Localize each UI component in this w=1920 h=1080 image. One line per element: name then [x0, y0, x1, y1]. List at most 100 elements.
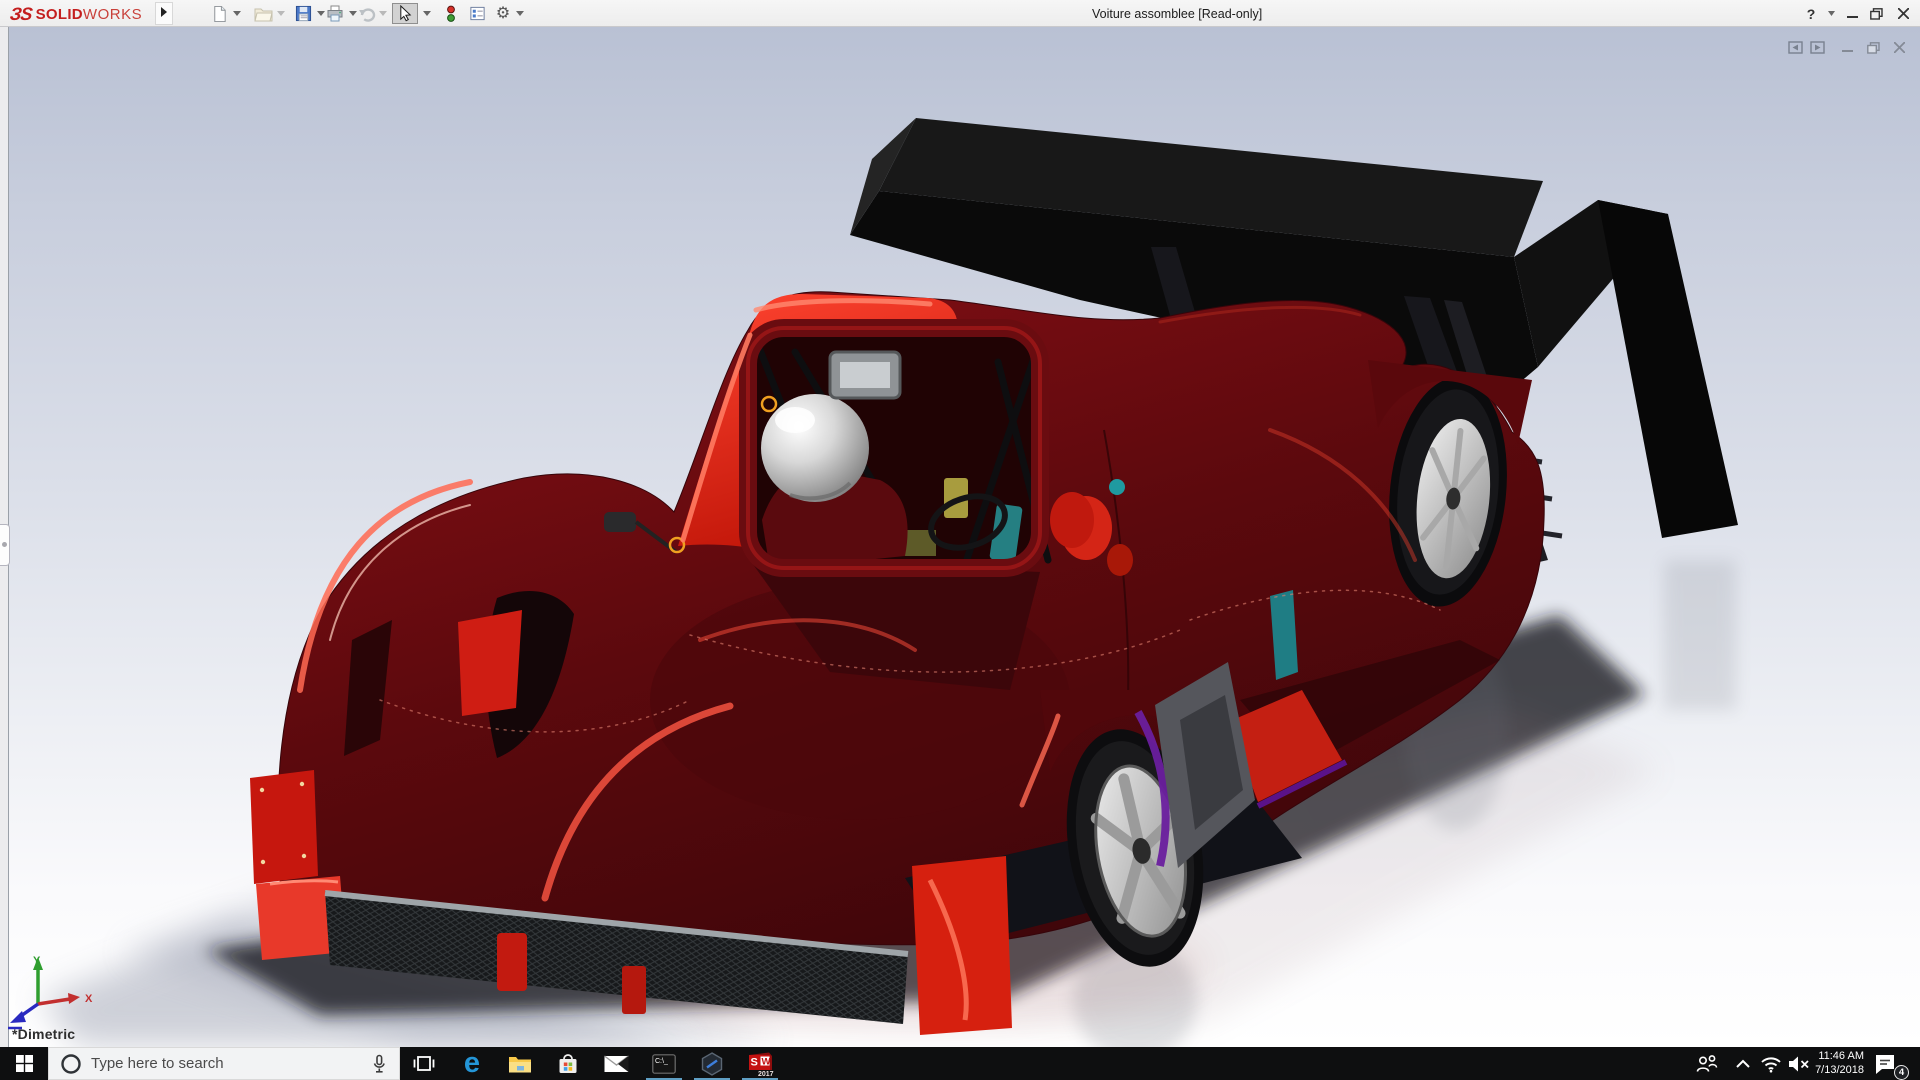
open-button[interactable]	[252, 3, 274, 24]
solidworks-2017-icon: SW 2017	[747, 1051, 774, 1077]
file-properties-button[interactable]	[466, 3, 488, 24]
undo-icon	[358, 6, 376, 22]
rebuild-traffic-light-icon	[445, 5, 457, 23]
search-input[interactable]	[89, 1048, 359, 1079]
tray-date: 7/13/2018	[1800, 1064, 1864, 1078]
sw-year: 2017	[758, 1071, 774, 1077]
edge-icon: e	[464, 1049, 480, 1078]
dropdown-caret-icon	[1828, 11, 1835, 16]
document-restore-button[interactable]	[1864, 39, 1882, 56]
select-tool-button[interactable]	[392, 3, 418, 24]
model-canvas[interactable]	[0, 27, 1920, 1047]
minimize-button[interactable]	[1840, 0, 1864, 27]
wifi-icon	[1759, 1054, 1783, 1074]
svg-text:W: W	[761, 1056, 770, 1067]
side-mirror	[604, 512, 636, 532]
store-button[interactable]	[544, 1047, 592, 1080]
dock-right-button[interactable]	[1808, 39, 1826, 56]
document-minimize-button[interactable]	[1838, 39, 1856, 56]
select-tool-dropdown[interactable]	[420, 3, 434, 24]
feature-panel-collapse-tab[interactable]	[0, 524, 10, 566]
wifi-button[interactable]	[1756, 1047, 1786, 1080]
dock-left-button[interactable]	[1786, 39, 1804, 56]
save-button[interactable]	[292, 3, 314, 24]
front-brake-plate	[912, 856, 1012, 1035]
minimize-icon	[1842, 42, 1853, 53]
x-axis-arrow	[68, 993, 80, 1004]
help-dropdown[interactable]	[1824, 0, 1838, 27]
undo-button[interactable]	[356, 3, 378, 24]
rebuild-button[interactable]	[440, 3, 462, 24]
dropdown-caret-icon	[233, 11, 241, 16]
restore-icon	[1870, 8, 1883, 20]
print-icon	[326, 5, 344, 22]
close-icon	[1898, 8, 1909, 19]
edge-button[interactable]: e	[448, 1047, 496, 1080]
store-icon	[556, 1052, 580, 1075]
file-properties-icon	[469, 5, 486, 22]
tray-time: 11:46 AM	[1800, 1050, 1864, 1064]
view-orientation-label: *Dimetric	[12, 1026, 75, 1042]
options-dropdown[interactable]	[513, 3, 527, 24]
gear-icon: ⚙	[496, 6, 510, 22]
teal-knob	[1109, 479, 1125, 495]
microphone-icon[interactable]	[367, 1052, 391, 1080]
cortana-icon[interactable]	[59, 1052, 83, 1080]
task-view-button[interactable]	[400, 1047, 448, 1080]
window-title: Voiture assomblee [Read-only]	[1092, 7, 1262, 21]
hexagon-app-button[interactable]	[688, 1047, 736, 1080]
new-document-button[interactable]	[208, 3, 230, 24]
dropdown-caret-icon	[516, 11, 524, 16]
front-canard-upper	[250, 770, 318, 884]
orientation-triad: Y X	[0, 952, 110, 1036]
solidworks-logo: ЗS SOLIDWORKS	[10, 3, 142, 25]
open-folder-icon	[254, 5, 273, 22]
dropdown-caret-icon	[423, 11, 431, 16]
solidworks-logo-mark: ЗS	[9, 4, 34, 25]
undo-dropdown[interactable]	[376, 3, 390, 24]
dock-right-icon	[1810, 41, 1825, 54]
mail-icon	[604, 1055, 629, 1073]
command-prompt-icon: C:\_	[652, 1054, 676, 1074]
expand-arrow-icon	[160, 6, 168, 21]
file-explorer-icon	[508, 1054, 532, 1074]
document-close-button[interactable]	[1890, 39, 1908, 56]
options-button[interactable]: ⚙	[492, 3, 514, 24]
file-explorer-button[interactable]	[496, 1047, 544, 1080]
brand-name-light: WORKS	[83, 6, 142, 23]
close-button[interactable]	[1890, 0, 1916, 27]
y-axis-label: Y	[33, 955, 41, 967]
x-axis-label: X	[85, 993, 93, 1005]
taskbar-search[interactable]	[48, 1047, 400, 1080]
dock-left-icon	[1788, 41, 1803, 54]
command-prompt-button[interactable]: C:\_	[640, 1047, 688, 1080]
prompt-text: C:\_	[655, 1058, 668, 1065]
brand-name-bold: SOLID	[36, 6, 83, 23]
start-button[interactable]	[0, 1047, 48, 1080]
help-button[interactable]: ?	[1800, 0, 1822, 27]
windows-taskbar: e C:\_ SW 2017 11:46 AM 7/13/2018	[0, 1047, 1920, 1080]
restore-button[interactable]	[1864, 0, 1888, 27]
people-icon	[1695, 1052, 1719, 1076]
minimize-icon	[1847, 8, 1858, 19]
new-document-icon	[211, 5, 228, 23]
clock[interactable]: 11:46 AM 7/13/2018	[1800, 1050, 1864, 1077]
solidworks-window: ЗS SOLIDWORKS ⚙ Voiture assomblee [Read-…	[0, 0, 1920, 1080]
restore-icon	[1867, 42, 1880, 54]
hexagon-app-icon	[700, 1052, 724, 1076]
new-document-dropdown[interactable]	[230, 3, 244, 24]
dropdown-caret-icon	[277, 11, 285, 16]
tray-expand-chevron[interactable]	[1728, 1047, 1758, 1080]
menu-expand-button[interactable]	[155, 2, 173, 25]
dropdown-caret-icon	[379, 11, 387, 16]
svg-text:S: S	[750, 1056, 757, 1068]
title-bar: ЗS SOLIDWORKS ⚙ Voiture assomblee [Read-…	[0, 0, 1920, 27]
driver-helmet	[761, 394, 869, 502]
print-button[interactable]	[324, 3, 346, 24]
close-icon	[1894, 42, 1905, 53]
mail-button[interactable]	[592, 1047, 640, 1080]
people-button[interactable]	[1692, 1047, 1722, 1080]
open-dropdown[interactable]	[274, 3, 288, 24]
graphics-viewport[interactable]: Y X *Dimetric	[0, 27, 1920, 1047]
solidworks-2017-button[interactable]: SW 2017	[736, 1047, 784, 1080]
